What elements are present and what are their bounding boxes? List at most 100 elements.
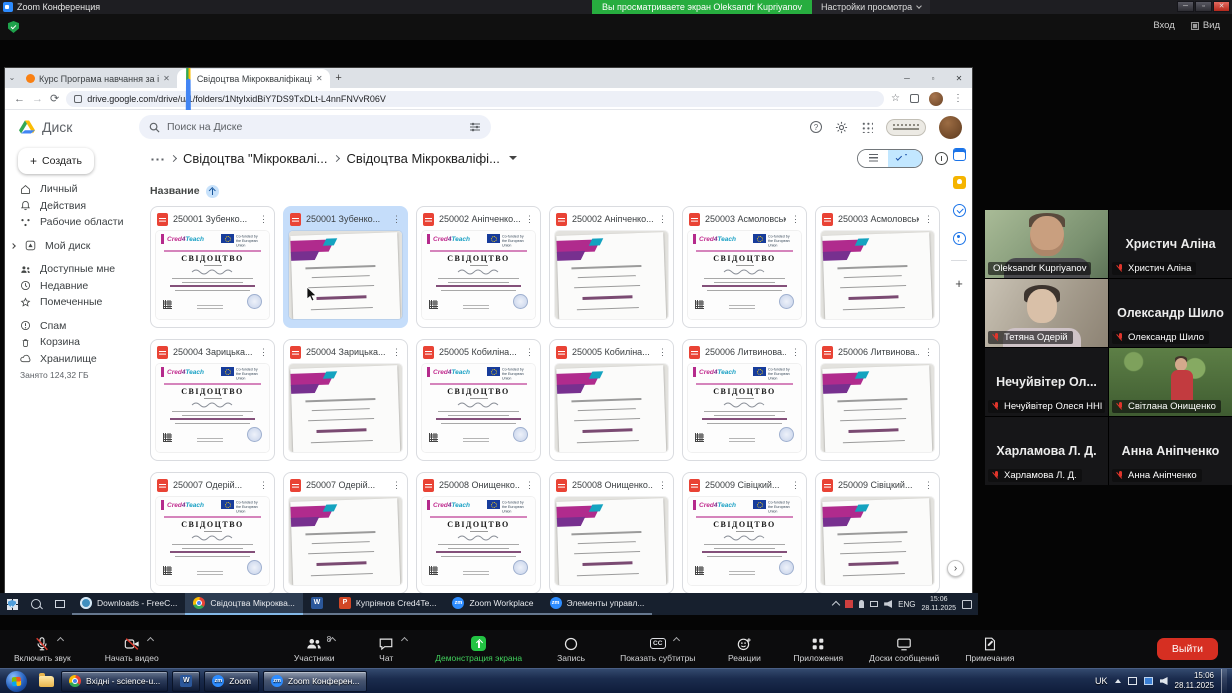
toolbar-button-reactions[interactable]: Реакции: [721, 635, 767, 663]
sidebar-item-recent[interactable]: Недавние: [5, 278, 139, 295]
file-card[interactable]: 250006 Литвинова... ⋮ Cred4Teach Co-fund…: [815, 339, 940, 461]
new-tab-button[interactable]: +: [330, 69, 348, 88]
toolbar-button-notes[interactable]: Примечания: [965, 635, 1014, 663]
file-menu-icon[interactable]: ⋮: [525, 480, 534, 491]
sidebar-item-home[interactable]: Личный: [5, 181, 139, 198]
restore-button[interactable]: ▫: [1195, 1, 1212, 12]
file-card[interactable]: 250007 Одерій... ⋮ Cred4Teach Co-funded …: [150, 472, 275, 593]
file-menu-icon[interactable]: ⋮: [924, 347, 933, 358]
file-menu-icon[interactable]: ⋮: [658, 480, 667, 491]
taskbar-app-button[interactable]: P Купріянов Cred4Te...: [331, 593, 445, 615]
tab-close-icon[interactable]: ✕: [316, 74, 323, 83]
signin-button[interactable]: Вход: [1153, 20, 1175, 31]
chevron-up-icon[interactable]: [401, 637, 408, 644]
participant-tile[interactable]: Анна Аніпченко Анна Аніпченко: [1109, 417, 1232, 485]
file-menu-icon[interactable]: ⋮: [791, 480, 800, 491]
taskbar-app-button[interactable]: zm Zoom Конферен...: [263, 671, 367, 692]
taskbar-app-button[interactable]: Свідоцтва Мікроква...: [185, 593, 303, 615]
list-view-button[interactable]: [858, 150, 888, 167]
create-button[interactable]: + Создать: [18, 148, 94, 174]
participant-tile[interactable]: Тетяна Одерій: [985, 279, 1108, 347]
folder-menu-caret-icon[interactable]: [509, 156, 517, 160]
file-card[interactable]: 250005 Кобиліна... ⋮ Cred4Teach Co-funde…: [416, 339, 541, 461]
file-card[interactable]: 250004 Зарицька... ⋮ Cred4Teach Co-funde…: [150, 339, 275, 461]
file-menu-icon[interactable]: ⋮: [392, 214, 401, 225]
sidebar-item-bell[interactable]: Действия: [5, 198, 139, 215]
file-menu-icon[interactable]: ⋮: [259, 480, 268, 491]
show-desktop-button[interactable]: [1221, 669, 1227, 693]
file-card[interactable]: 250009 Сівіцкий... ⋮ Cred4Teach Co-funde…: [815, 472, 940, 593]
details-icon[interactable]: [935, 152, 948, 165]
toolbar-button-mic-off[interactable]: Включить звук: [14, 635, 71, 663]
toolbar-button-share-screen[interactable]: Демонстрация экрана: [435, 635, 522, 663]
minimize-button[interactable]: ─: [1177, 1, 1194, 12]
browser-restore-button[interactable]: ▫: [920, 74, 946, 83]
taskbar-app-button[interactable]: zm Элементы управл...: [542, 593, 653, 615]
file-menu-icon[interactable]: ⋮: [658, 214, 667, 225]
extensions-icon[interactable]: [910, 94, 919, 103]
file-menu-icon[interactable]: ⋮: [259, 347, 268, 358]
toolbar-button-whiteboard[interactable]: Доски сообщений: [869, 635, 939, 663]
file-menu-icon[interactable]: ⋮: [791, 347, 800, 358]
volume-icon[interactable]: [1160, 677, 1168, 685]
file-menu-icon[interactable]: ⋮: [924, 214, 933, 225]
chevron-up-icon[interactable]: [1115, 679, 1121, 683]
file-card[interactable]: 250005 Кобиліна... ⋮ Cred4Teach Co-funde…: [549, 339, 674, 461]
grid-view-button[interactable]: [888, 150, 922, 167]
explorer-button[interactable]: [35, 671, 57, 692]
calendar-icon[interactable]: [953, 148, 966, 161]
file-menu-icon[interactable]: ⋮: [658, 347, 667, 358]
browser-close-button[interactable]: ✕: [946, 74, 972, 83]
view-toggle[interactable]: [857, 149, 923, 168]
file-menu-icon[interactable]: ⋮: [525, 347, 534, 358]
expand-icon[interactable]: [10, 243, 16, 249]
file-card[interactable]: 250003 Асмоловська... ⋮ Cred4Teach Co-fu…: [682, 206, 807, 328]
toolbar-button-chat[interactable]: Чат: [363, 635, 409, 663]
file-card[interactable]: 250003 Асмоловська... ⋮ Cred4Teach Co-fu…: [815, 206, 940, 328]
toolbar-button-video-off[interactable]: Начать видео: [105, 635, 159, 663]
leave-button[interactable]: Выйти: [1157, 638, 1218, 660]
taskbar-app-button[interactable]: W: [172, 671, 200, 692]
close-button[interactable]: ✕: [1213, 1, 1230, 12]
taskbar-app-button[interactable]: Вхідні - science-u...: [61, 671, 168, 692]
chevron-up-icon[interactable]: [832, 601, 840, 609]
sidebar-item-mydrive[interactable]: Мой диск: [5, 238, 139, 255]
back-icon[interactable]: ←: [14, 93, 25, 105]
star-icon[interactable]: ☆: [891, 93, 900, 104]
participant-tile[interactable]: Oleksandr Kupriyanov: [985, 210, 1108, 278]
taskbar-app-button[interactable]: W: [303, 593, 331, 615]
browser-minimize-button[interactable]: ─: [894, 74, 920, 83]
clock[interactable]: 15:0628.11.2025: [1175, 671, 1214, 691]
sidebar-item-workspaces[interactable]: Рабочие области: [5, 214, 139, 231]
site-info-icon[interactable]: [74, 95, 82, 103]
file-card[interactable]: 250008 Онищенко... ⋮ Cred4Teach Co-funde…: [549, 472, 674, 593]
clock[interactable]: 15:0628.11.2025: [921, 595, 956, 613]
teamviewer-icon[interactable]: [1144, 677, 1153, 685]
file-card[interactable]: 250002 Аніпченко... ⋮ Cred4Teach Co-fund…: [549, 206, 674, 328]
tab-search-chevron-icon[interactable]: ⌄: [5, 68, 19, 88]
file-menu-icon[interactable]: ⋮: [924, 480, 933, 491]
file-menu-icon[interactable]: ⋮: [392, 347, 401, 358]
chevron-up-icon[interactable]: [147, 637, 154, 644]
sidebar-item-trash[interactable]: Корзина: [5, 334, 139, 351]
help-icon[interactable]: ?: [810, 121, 822, 133]
language-indicator[interactable]: UK: [1095, 676, 1108, 686]
start-orb-button[interactable]: [6, 671, 27, 692]
chevron-up-icon[interactable]: [57, 637, 64, 644]
task-view-icon[interactable]: [48, 593, 72, 615]
file-menu-icon[interactable]: ⋮: [525, 214, 534, 225]
breadcrumb-overflow-icon[interactable]: [150, 156, 164, 161]
reload-icon[interactable]: ⟳: [50, 92, 59, 105]
file-card[interactable]: 250008 Онищенко... ⋮ Cred4Teach Co-funde…: [416, 472, 541, 593]
file-card[interactable]: 250001 Зубенко... ⋮ Cred4Teach Co-funded…: [283, 206, 408, 328]
participant-tile[interactable]: Нечуйвітер Ол... Нечуйвітер Олеся ННІ ".…: [985, 348, 1108, 416]
toolbar-button-apps[interactable]: Приложения: [793, 635, 843, 663]
volume-icon[interactable]: [884, 600, 892, 608]
file-card[interactable]: 250007 Одерій... ⋮ Cred4Teach Co-funded …: [283, 472, 408, 593]
settings-icon[interactable]: [835, 121, 848, 134]
profile-avatar[interactable]: [929, 92, 943, 106]
chevron-up-icon[interactable]: [673, 637, 680, 644]
sort-header[interactable]: Название: [139, 180, 948, 202]
toolbar-button-participants[interactable]: 8 Участники: [291, 635, 337, 663]
file-card[interactable]: 250006 Литвинова... ⋮ Cred4Teach Co-fund…: [682, 339, 807, 461]
